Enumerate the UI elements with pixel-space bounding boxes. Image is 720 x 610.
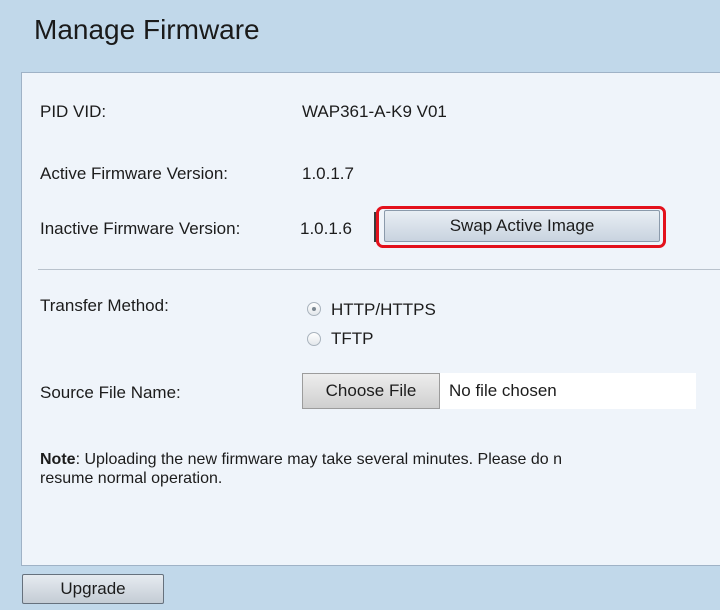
transfer-method-label: Transfer Method: (40, 296, 169, 315)
radio-tftp[interactable] (307, 332, 321, 346)
radio-http-https[interactable] (307, 302, 321, 316)
radio-selected-dot (312, 307, 316, 311)
active-firmware-label: Active Firmware Version: (40, 164, 228, 183)
active-firmware-value: 1.0.1.7 (302, 164, 354, 183)
inactive-firmware-label: Inactive Firmware Version: (40, 219, 241, 238)
note-text-1: : Uploading the new firmware may take se… (75, 451, 563, 468)
source-file-label: Source File Name: (40, 383, 181, 402)
radio-http-https-label[interactable]: HTTP/HTTPS (331, 300, 436, 320)
note-bold: Note (40, 451, 76, 468)
radio-tftp-label[interactable]: TFTP (331, 329, 374, 349)
page-title: Manage Firmware (34, 14, 260, 45)
page: Manage Firmware PID VID: WAP361-A-K9 V01… (0, 0, 720, 610)
pid-vid-label: PID VID: (40, 102, 107, 121)
pid-vid-value: WAP361-A-K9 V01 (302, 102, 447, 121)
choose-file-button[interactable]: Choose File (302, 373, 440, 409)
firmware-note: Note: Uploading the new firmware may tak… (40, 450, 720, 488)
note-line-2: resume normal operation. (40, 470, 223, 487)
inactive-firmware-value: 1.0.1.6 (300, 219, 352, 238)
upgrade-button[interactable]: Upgrade (22, 574, 164, 604)
file-status-text: No file chosen (449, 381, 557, 400)
swap-button-highlight (376, 206, 666, 248)
page-background: Manage Firmware PID VID: WAP361-A-K9 V01… (0, 0, 720, 610)
section-divider (38, 269, 720, 270)
note-line-1: Note: Uploading the new firmware may tak… (40, 450, 720, 469)
